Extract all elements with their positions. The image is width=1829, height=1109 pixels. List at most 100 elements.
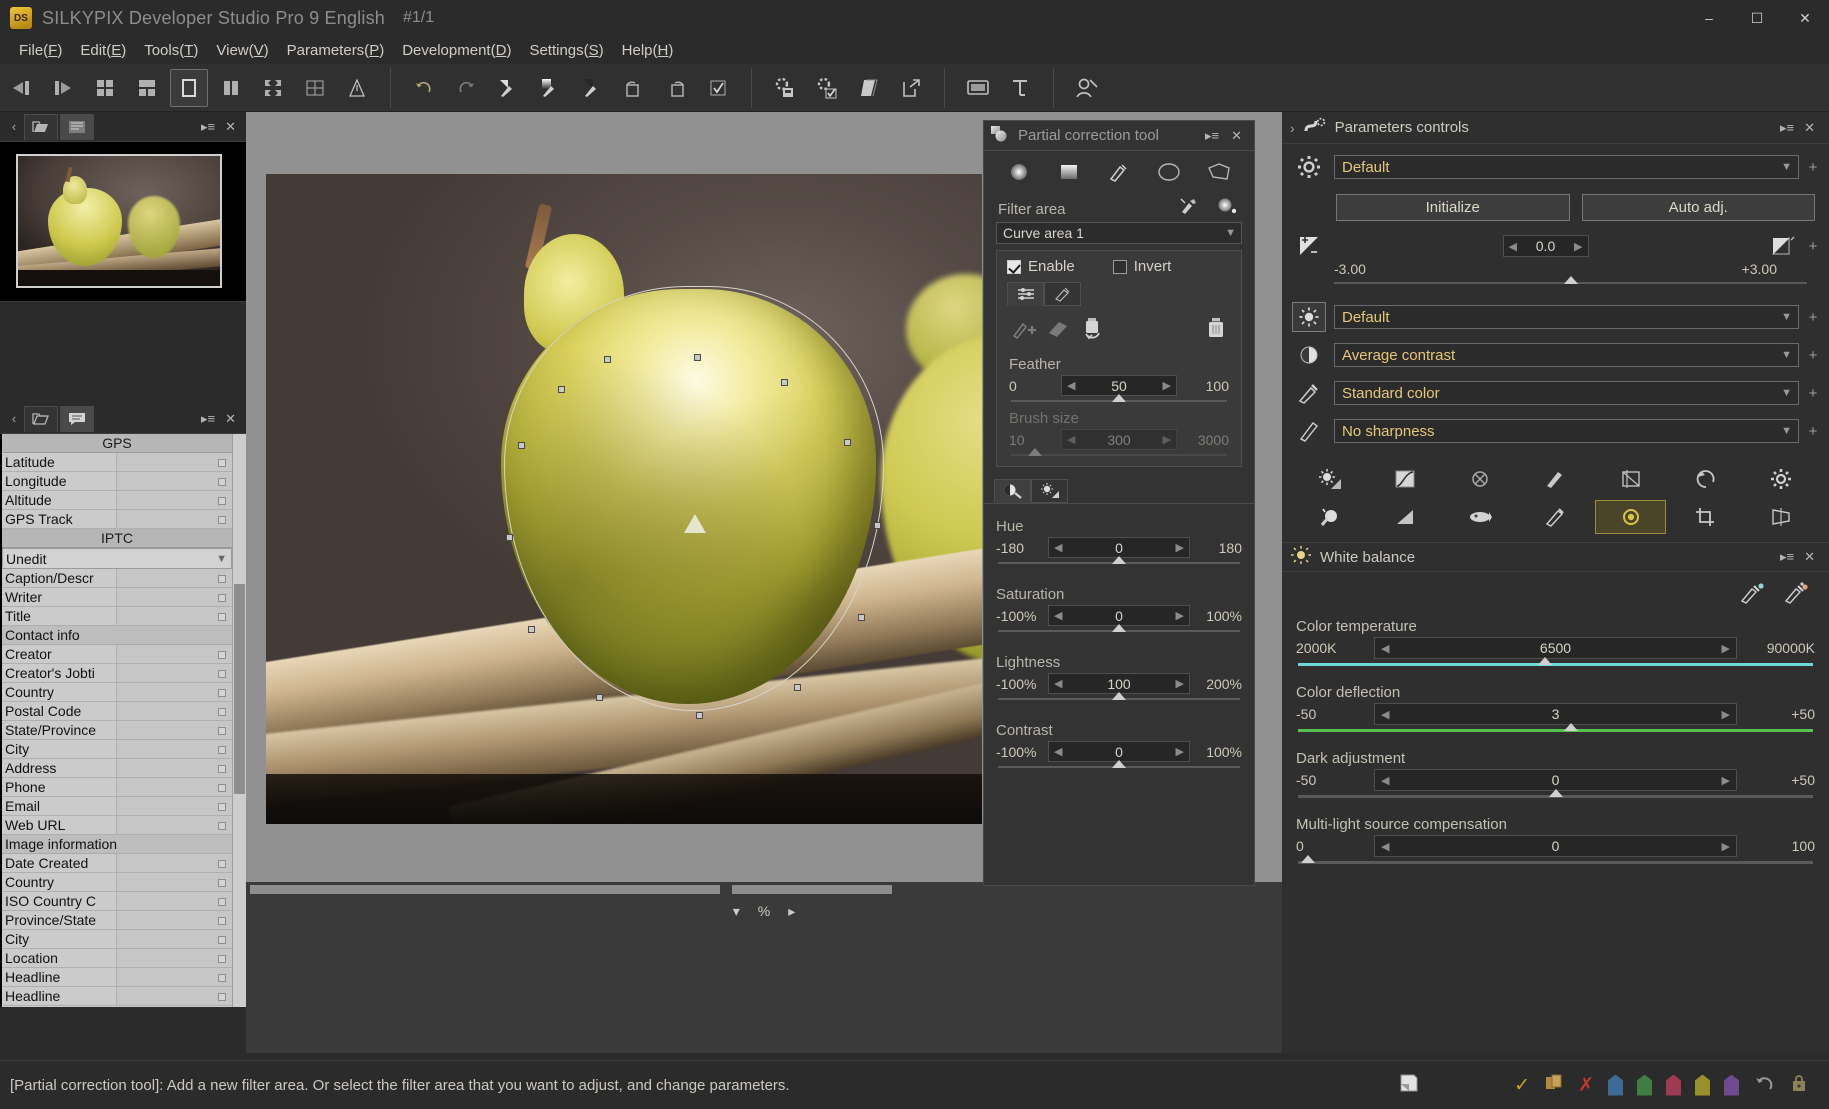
metadata-row[interactable]: City — [2, 740, 232, 759]
gradation-tool-icon[interactable] — [531, 69, 569, 107]
lightness-slider-track[interactable] — [998, 692, 1240, 700]
ellipse-tool-icon[interactable] — [1152, 157, 1186, 187]
invert-checkbox-row[interactable]: Invert — [1103, 251, 1182, 282]
grid-view-icon[interactable] — [296, 69, 334, 107]
contrast-add-icon[interactable]: + — [1807, 347, 1819, 364]
menu-item-view[interactable]: View(V) — [207, 39, 277, 62]
lightness-slider-knob[interactable] — [1112, 692, 1126, 700]
metadata-value[interactable] — [117, 645, 232, 663]
filter-handle[interactable] — [696, 712, 703, 719]
dodge-burn-icon[interactable] — [1294, 500, 1365, 534]
brush-size-slider-knob[interactable] — [1028, 448, 1043, 456]
select-check-icon[interactable] — [699, 69, 737, 107]
polygon-tool-icon[interactable] — [1202, 157, 1236, 187]
filter-handle[interactable] — [781, 379, 788, 386]
collapse-left-icon[interactable]: ‹ — [4, 119, 24, 134]
panel-close-icon[interactable]: ✕ — [225, 119, 236, 135]
saturation-spinner[interactable]: ◀ 0 ▶ — [1048, 605, 1190, 626]
sharpness-select[interactable]: No sharpness ▼ — [1334, 419, 1799, 443]
white-balance-menu-icon[interactable]: ▸≡ — [1780, 549, 1794, 565]
single-view-icon[interactable] — [170, 68, 208, 107]
parameters-menu-icon[interactable]: ▸≡ — [1780, 120, 1794, 136]
color-temperature-slider-track[interactable] — [1298, 657, 1813, 666]
maximize-button[interactable]: ☐ — [1733, 0, 1781, 36]
taste-tool-icon[interactable] — [489, 69, 527, 107]
metadata-value[interactable] — [117, 569, 232, 587]
filter-handle[interactable] — [604, 356, 611, 363]
color-deflection-spinner[interactable]: ◀ 3 ▶ — [1374, 703, 1737, 725]
thumbnail-item[interactable] — [16, 154, 222, 288]
tone-curve-icon[interactable] — [1369, 462, 1440, 496]
minimize-button[interactable]: – — [1685, 0, 1733, 36]
rotation-icon[interactable] — [1670, 462, 1741, 496]
metadata-row[interactable]: Headline — [2, 987, 232, 1006]
color-add-icon[interactable]: + — [1807, 385, 1819, 402]
menu-item-help[interactable]: Help(H) — [613, 39, 683, 62]
dark-adjustment-slider-track[interactable] — [1298, 789, 1813, 798]
folder-tab-icon[interactable] — [24, 405, 58, 432]
color-temperature-slider-knob[interactable] — [1538, 657, 1553, 665]
next-image-icon[interactable] — [44, 69, 82, 107]
enable-checkbox-row[interactable]: Enable — [997, 251, 1085, 282]
filter-handle[interactable] — [518, 442, 525, 449]
metadata-row[interactable]: State/Province — [2, 721, 232, 740]
sharpness-icon[interactable] — [1520, 462, 1591, 496]
settings-icon[interactable] — [1746, 462, 1817, 496]
lightness-increase-icon[interactable]: ▶ — [1176, 677, 1184, 690]
menu-item-file[interactable]: File(F) — [10, 39, 71, 62]
purple-tag-icon[interactable] — [1724, 1075, 1739, 1096]
multi-light-source-compensation-slider-knob[interactable] — [1301, 855, 1316, 863]
color-deflection-slider-track[interactable] — [1298, 723, 1813, 732]
metadata-row[interactable]: Location — [2, 949, 232, 968]
hue-spinner[interactable]: ◀ 0 ▶ — [1048, 537, 1190, 558]
multi-light-source-compensation-increase-icon[interactable]: ▶ — [1722, 840, 1730, 853]
hsv-icon[interactable] — [1595, 462, 1666, 496]
metadata-row[interactable]: Phone — [2, 778, 232, 797]
metadata-value[interactable] — [117, 854, 232, 872]
metadata-close-icon[interactable]: ✕ — [225, 411, 236, 427]
feather-decrease-icon[interactable]: ◀ — [1067, 379, 1075, 392]
metadata-value[interactable] — [117, 453, 232, 471]
copy-icon[interactable] — [1544, 1073, 1564, 1097]
menu-item-settings[interactable]: Settings(S) — [520, 39, 612, 62]
metadata-preset-select[interactable]: Unedit ▼ — [2, 548, 232, 569]
metadata-value[interactable] — [117, 759, 232, 777]
metadata-row[interactable]: Headline — [2, 968, 232, 987]
exposure-bias-icon[interactable] — [1292, 231, 1326, 261]
reset-area-icon[interactable] — [1079, 316, 1107, 344]
brush-size-increase-icon[interactable]: ▶ — [1163, 433, 1171, 446]
brush-size-slider-track[interactable] — [1011, 448, 1227, 456]
metadata-value[interactable] — [117, 721, 232, 739]
metadata-row[interactable]: Email — [2, 797, 232, 816]
color-icon[interactable] — [1292, 378, 1326, 408]
tone-add-icon[interactable]: + — [1807, 309, 1819, 326]
contrast-decrease-icon[interactable]: ◀ — [1054, 745, 1062, 758]
exposure-decrease-icon[interactable]: ◀ — [1509, 240, 1517, 253]
metadata-row[interactable]: ISO Country C — [2, 892, 232, 911]
panel-menu-icon[interactable]: ▸≡ — [201, 119, 215, 135]
multi-light-source-compensation-decrease-icon[interactable]: ◀ — [1381, 840, 1389, 853]
crop-icon[interactable] — [1670, 500, 1741, 534]
metadata-value[interactable] — [117, 873, 232, 891]
metadata-value[interactable] — [117, 607, 232, 625]
metadata-row[interactable]: Country — [2, 683, 232, 702]
metadata-scrollbar-thumb[interactable] — [234, 584, 245, 794]
initialize-button[interactable]: Initialize — [1336, 194, 1570, 221]
metadata-row[interactable]: Province/State — [2, 911, 232, 930]
metadata-row[interactable]: GPS Track — [2, 510, 232, 529]
combination-view-icon[interactable] — [128, 69, 166, 107]
gradation-icon[interactable] — [1369, 500, 1440, 534]
feather-spinner[interactable]: ◀ 50 ▶ — [1061, 375, 1177, 396]
batch-develop-icon[interactable] — [766, 69, 804, 107]
brush-size-decrease-icon[interactable]: ◀ — [1067, 433, 1075, 446]
metadata-value[interactable] — [117, 987, 232, 1005]
contrast-spinner[interactable]: ◀ 0 ▶ — [1048, 741, 1190, 762]
exposure-slider-track[interactable] — [1334, 276, 1807, 284]
color-temperature-decrease-icon[interactable]: ◀ — [1381, 642, 1389, 655]
metadata-menu-icon[interactable]: ▸≡ — [201, 411, 215, 427]
lightness-decrease-icon[interactable]: ◀ — [1054, 677, 1062, 690]
filter-handle[interactable] — [858, 614, 865, 621]
filter-handle[interactable] — [694, 354, 701, 361]
preview-image[interactable] — [266, 174, 982, 824]
red-tag-icon[interactable] — [1666, 1075, 1681, 1096]
